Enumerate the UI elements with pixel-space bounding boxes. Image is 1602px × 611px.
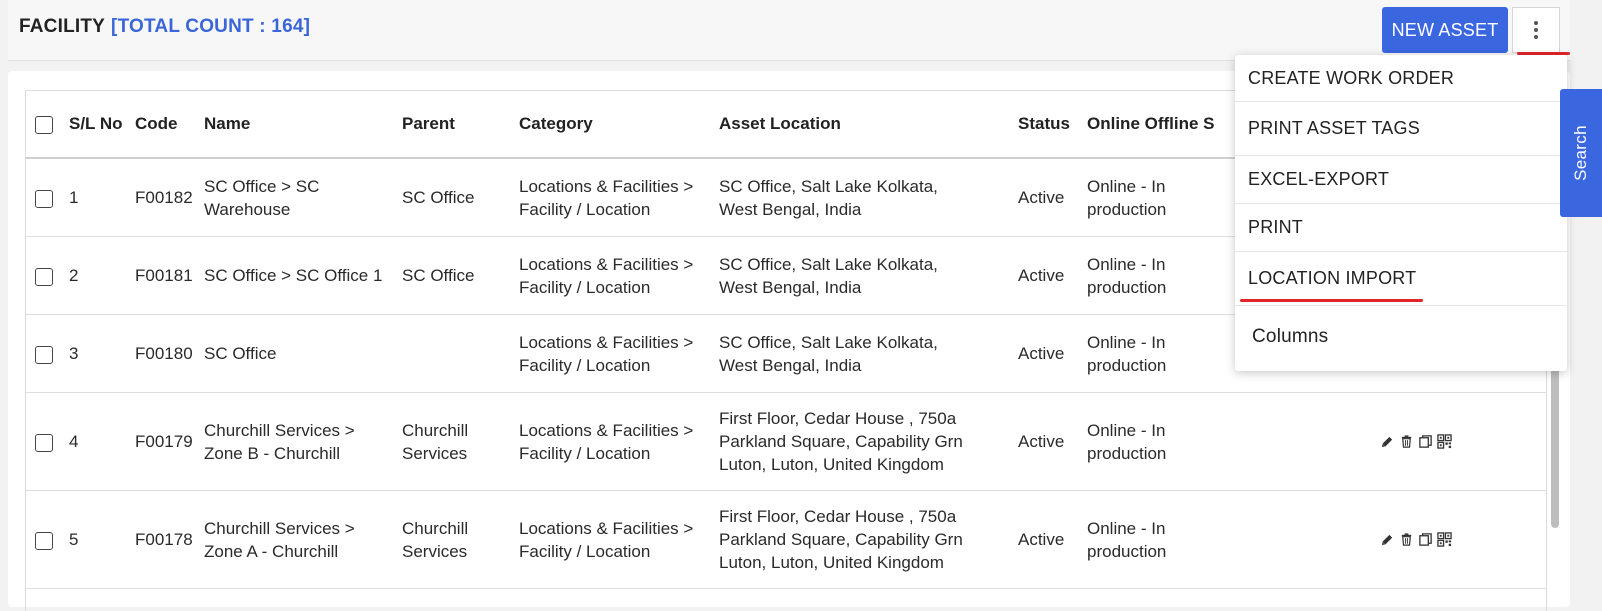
cell-online: Online - In production [1087,237,1257,315]
cell-sl: 4 [69,393,135,491]
new-asset-button[interactable]: NEW ASSET [1382,7,1508,53]
search-tab-label: Search [1571,125,1591,181]
row-actions [1380,532,1546,547]
page-title: FACILITY [TOTAL COUNT : 164] [19,16,310,38]
cell-status: Active [1018,237,1087,315]
table-row[interactable]: 4 F00179 Churchill Services > Zone B - C… [26,393,1546,491]
cell-category: Locations & Facilities > Facility / Loca… [519,158,719,237]
column-header-online-offline[interactable]: Online Offline S [1087,91,1257,158]
annotation-underline-location-import [1240,299,1423,302]
cell-code: F00178 [135,491,204,589]
menu-item-columns[interactable]: Columns [1235,306,1567,368]
cell-parent: Churchill Services [402,393,519,491]
delete-icon[interactable] [1399,532,1414,547]
copy-icon[interactable] [1418,532,1433,547]
cell-name: SC Office > SC Office 1 [204,237,402,315]
cell-category: Locations & Facilities > Facility / Loca… [519,315,719,393]
select-all-checkbox[interactable] [35,116,53,134]
cell-location: First Floor, Cedar House , 750a Parkland… [719,393,1018,491]
delete-icon[interactable] [1399,434,1414,449]
column-header-code[interactable]: Code [135,91,204,158]
cell-status: Active [1018,393,1087,491]
column-header-category[interactable]: Category [519,91,719,158]
cell-status: Active [1018,491,1087,589]
column-header-name[interactable]: Name [204,91,402,158]
cell-name: SC Office [204,315,402,393]
cell-status: Active [1018,158,1087,237]
cell-category: Locations & Facilities > Facility / Loca… [519,237,719,315]
row-checkbox[interactable] [35,190,53,208]
cell-code: F00182 [135,158,204,237]
edit-icon[interactable] [1380,532,1395,547]
cell-status: Active [1018,315,1087,393]
page-title-text: FACILITY [19,16,105,37]
cell-online: Online - In production [1087,393,1257,491]
copy-icon[interactable] [1418,434,1433,449]
cell-code: F00180 [135,315,204,393]
cell-parent: Churchill Services [402,491,519,589]
menu-item-create-work-order[interactable]: CREATE WORK ORDER [1235,55,1567,102]
cell-sl: 2 [69,237,135,315]
total-count: [TOTAL COUNT : 164] [111,16,310,37]
cell-code: F00179 [135,393,204,491]
cell-sl: 1 [69,158,135,237]
qr-code-icon[interactable] [1437,532,1452,547]
cell-online: Online - In production [1087,315,1257,393]
cell-code: F00181 [135,237,204,315]
cell-category: Locations & Facilities > Facility / Loca… [519,393,719,491]
page-header: FACILITY [TOTAL COUNT : 164] [8,0,1570,61]
cell-name: SC Office > SC Warehouse [204,158,402,237]
kebab-menu-icon [1534,21,1538,39]
column-header-sl[interactable]: S/L No [69,91,135,158]
menu-item-location-import[interactable]: LOCATION IMPORT [1235,252,1567,306]
row-checkbox[interactable] [35,532,53,550]
row-checkbox[interactable] [35,346,53,364]
cell-location: First Floor, Cedar House , 750a Parkland… [719,491,1018,589]
qr-code-icon[interactable] [1437,434,1452,449]
cell-parent: SC Office [402,237,519,315]
menu-item-excel-export[interactable]: EXCEL-EXPORT [1235,156,1567,204]
row-checkbox[interactable] [35,268,53,286]
cell-online: Online - In production [1087,158,1257,237]
search-tab[interactable]: Search [1560,89,1602,217]
cell-sl: 3 [69,315,135,393]
cell-sl: 5 [69,491,135,589]
edit-icon[interactable] [1380,434,1395,449]
cell-parent: SC Office [402,158,519,237]
column-header-asset-location[interactable]: Asset Location [719,91,1018,158]
column-header-status[interactable]: Status [1018,91,1087,158]
cell-location: SC Office, Salt Lake Kolkata, West Benga… [719,158,1018,237]
table-row[interactable]: 5 F00178 Churchill Services > Zone A - C… [26,491,1546,589]
table-row-partial [26,589,1546,611]
cell-name: Churchill Services > Zone B - Churchill [204,393,402,491]
cell-location: SC Office, Salt Lake Kolkata, West Benga… [719,315,1018,393]
row-checkbox[interactable] [35,434,53,452]
cell-category: Locations & Facilities > Facility / Loca… [519,491,719,589]
more-options-menu: CREATE WORK ORDER PRINT ASSET TAGS EXCEL… [1235,55,1567,371]
menu-item-print-asset-tags[interactable]: PRINT ASSET TAGS [1235,102,1567,156]
cell-parent [402,315,519,393]
row-actions [1380,434,1546,449]
more-options-button[interactable] [1512,7,1560,53]
cell-online: Online - In production [1087,491,1257,589]
column-header-parent[interactable]: Parent [402,91,519,158]
menu-item-print[interactable]: PRINT [1235,204,1567,252]
cell-name: Churchill Services > Zone A - Churchill [204,491,402,589]
cell-location: SC Office, Salt Lake Kolkata, West Benga… [719,237,1018,315]
